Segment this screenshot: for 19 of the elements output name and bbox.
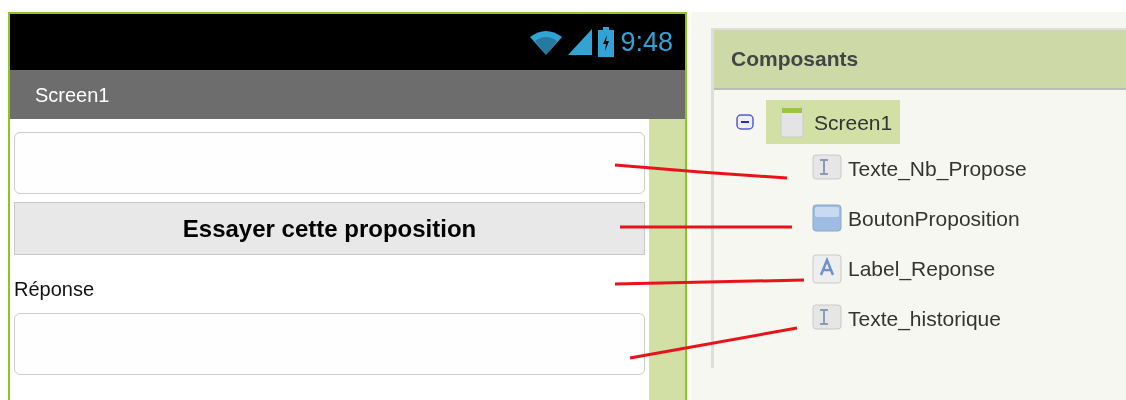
label-icon (812, 254, 842, 284)
status-time: 9:48 (620, 25, 673, 59)
button-icon (812, 204, 842, 234)
collapse-icon[interactable] (736, 114, 754, 130)
tree-item[interactable]: Label_Reponse (812, 254, 1126, 284)
try-button[interactable]: Essayer cette proposition (14, 202, 645, 255)
tree-item[interactable]: Screen1 (766, 100, 901, 144)
screen-title: Screen1 (35, 82, 110, 108)
tree-item[interactable]: Texte_historique (812, 304, 1126, 334)
text-field[interactable] (14, 313, 645, 375)
tree-item[interactable]: Texte_Nb_Propose (812, 154, 1126, 184)
screen-icon (780, 106, 804, 138)
signal-icon (568, 29, 593, 55)
tree-item[interactable]: BoutonProposition (812, 204, 1126, 234)
response-label: Réponse (14, 277, 96, 301)
wifi-icon (530, 29, 563, 55)
panel-title: Composants (731, 46, 859, 73)
text-field[interactable] (14, 132, 645, 194)
battery-charging-icon (598, 27, 615, 57)
